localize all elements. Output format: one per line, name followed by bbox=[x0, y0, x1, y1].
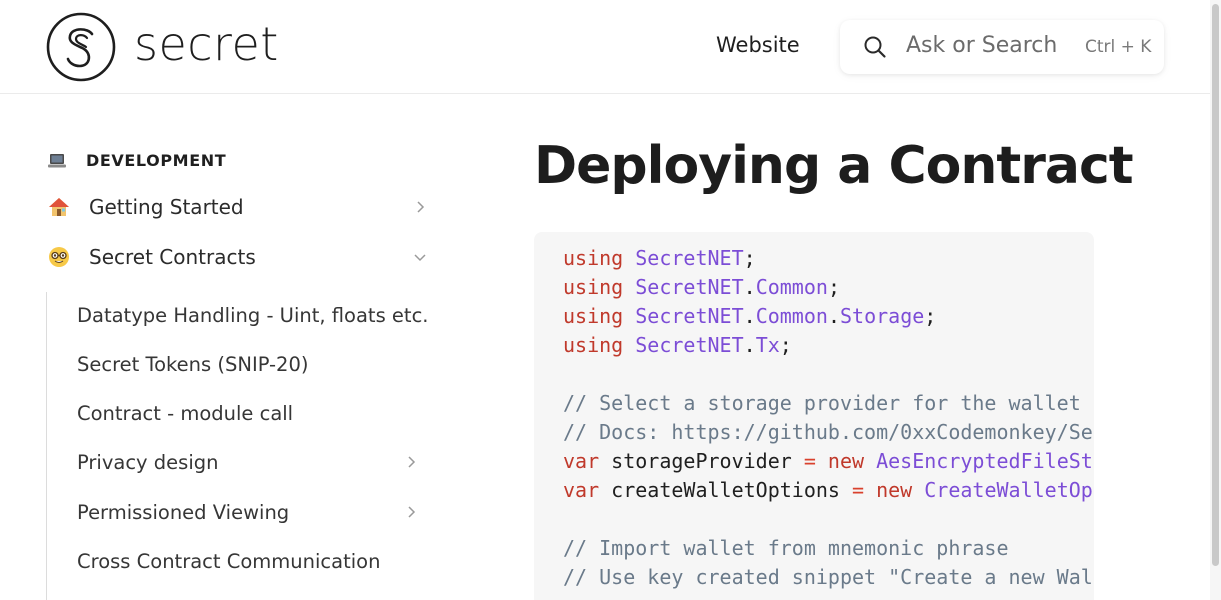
sidebar-subitem-secret-tokens[interactable]: Secret Tokens (SNIP-20) bbox=[77, 348, 431, 380]
sidebar-subitem-label: Secret Tokens (SNIP-20) bbox=[77, 352, 309, 376]
code-token: // Docs: https://github.com/0xxCodemonke… bbox=[563, 420, 1093, 444]
site-logo[interactable]: secret bbox=[46, 12, 279, 82]
sidebar-section-development: DEVELOPMENT bbox=[48, 151, 226, 170]
sidebar-subitem-privacy-design[interactable]: Privacy design bbox=[77, 446, 431, 478]
code-line: // Select a storage provider for the wal… bbox=[563, 389, 1093, 418]
chevron-right-icon[interactable] bbox=[403, 454, 419, 470]
nerd-face-icon bbox=[49, 247, 69, 267]
code-line: var createWalletOptions = new CreateWall… bbox=[563, 476, 1093, 505]
code-token: SecretNET bbox=[635, 275, 744, 299]
code-token: ; bbox=[924, 304, 937, 328]
sidebar-section-label: DEVELOPMENT bbox=[86, 151, 227, 170]
code-token: new bbox=[876, 478, 913, 502]
code-block[interactable]: using SecretNET; using SecretNET.Common; u… bbox=[534, 232, 1094, 600]
code-token: Common bbox=[755, 304, 828, 328]
code-line: using SecretNET; bbox=[563, 244, 1093, 273]
code-token: Tx bbox=[755, 333, 780, 357]
scrollbar-thumb[interactable] bbox=[1212, 4, 1219, 566]
sidebar-item-getting-started[interactable]: Getting Started bbox=[48, 190, 428, 224]
code-token: Common bbox=[755, 275, 828, 299]
code-token: using bbox=[563, 333, 624, 357]
code-token: CreateWalletOp bbox=[924, 478, 1093, 502]
code-content: using SecretNET; using SecretNET.Common; u… bbox=[563, 244, 1093, 592]
chevron-right-icon[interactable] bbox=[403, 504, 419, 520]
sidebar-subitem-datatype-handling[interactable]: Datatype Handling - Uint, floats etc. bbox=[77, 299, 431, 331]
page-title: Deploying a Contract bbox=[534, 136, 1134, 196]
code-token: SecretNET bbox=[635, 304, 744, 328]
code-token: . bbox=[743, 275, 756, 299]
code-token: new bbox=[827, 449, 865, 473]
chevron-right-icon[interactable] bbox=[412, 199, 428, 215]
sidebar-item-secret-contracts[interactable]: Secret Contracts bbox=[48, 240, 428, 274]
code-token: Storage bbox=[839, 304, 925, 328]
code-line: // Import wallet from mnemonic phrase bbox=[563, 534, 1093, 563]
sidebar-subitem-label: Permissioned Viewing bbox=[77, 500, 290, 524]
code-line: using SecretNET.Common; bbox=[563, 273, 1093, 302]
code-line: using SecretNET.Common.Storage; bbox=[563, 302, 1093, 331]
code-token: var bbox=[563, 449, 600, 473]
code-line: using SecretNET.Tx; bbox=[563, 331, 1093, 360]
code-token: ; bbox=[743, 246, 756, 270]
sidebar-subitem-label: Contract - module call bbox=[77, 401, 294, 425]
code-token: // Use key created snippet "Create a new… bbox=[563, 565, 1093, 589]
sidebar-subitem-label: Datatype Handling - Uint, floats etc. bbox=[77, 303, 429, 327]
code-token: AesEncryptedFileSt bbox=[876, 449, 1093, 473]
sidebar-item-label: Getting Started bbox=[89, 195, 244, 219]
code-token: = bbox=[852, 478, 865, 502]
code-token: SecretNET bbox=[635, 333, 744, 357]
search-placeholder: Ask or Search bbox=[906, 33, 1058, 58]
code-token: storageProvider bbox=[599, 449, 804, 473]
search-box[interactable]: Ask or Search Ctrl + K bbox=[840, 20, 1164, 74]
sidebar-item-label: Secret Contracts bbox=[89, 245, 256, 269]
code-line: // Use key created snippet "Create a new… bbox=[563, 563, 1093, 592]
sidebar-subitem-permissioned-viewing[interactable]: Permissioned Viewing bbox=[77, 496, 431, 528]
code-token: SecretNET bbox=[635, 246, 744, 270]
sidebar-subitem-label: Privacy design bbox=[77, 450, 219, 474]
page-scrollbar[interactable] bbox=[1210, 0, 1221, 600]
code-token: using bbox=[563, 304, 624, 328]
sidebar-subitem-cross-contract-communication[interactable]: Cross Contract Communication bbox=[77, 545, 431, 577]
code-token: . bbox=[743, 333, 756, 357]
code-token: . bbox=[827, 304, 840, 328]
sidebar-nav: DEVELOPMENT Getting Started Secret Contr… bbox=[0, 95, 470, 600]
top-header: secret Website Ask or Search Ctrl + K bbox=[0, 0, 1210, 94]
code-token: . bbox=[743, 304, 756, 328]
code-token: // Import wallet from mnemonic phrase bbox=[563, 536, 1009, 560]
secret-logo-icon bbox=[46, 12, 116, 82]
nav-website-link[interactable]: Website bbox=[716, 33, 800, 57]
chevron-down-icon[interactable] bbox=[412, 249, 428, 265]
code-line: var storageProvider = new AesEncryptedFi… bbox=[563, 447, 1093, 476]
sidebar-subitem-contract-module-call[interactable]: Contract - module call bbox=[77, 397, 431, 429]
laptop-icon bbox=[48, 153, 66, 167]
code-token: ; bbox=[827, 275, 840, 299]
search-shortcut-hint: Ctrl + K bbox=[1085, 37, 1152, 57]
code-token: createWalletOptions bbox=[599, 478, 852, 502]
code-line: // Docs: https://github.com/0xxCodemonke… bbox=[563, 418, 1093, 447]
code-token: var bbox=[563, 478, 600, 502]
code-token: ; bbox=[779, 333, 792, 357]
sidebar-subitem-label: Cross Contract Communication bbox=[77, 549, 381, 573]
code-token: = bbox=[803, 449, 816, 473]
code-token: // Select a storage provider for the wal… bbox=[563, 391, 1081, 415]
search-icon bbox=[864, 36, 886, 58]
house-icon bbox=[49, 198, 69, 216]
code-token: using bbox=[563, 275, 624, 299]
sidebar-sublist-secret-contracts: Datatype Handling - Uint, floats etc. Se… bbox=[46, 292, 446, 600]
code-token: using bbox=[563, 246, 624, 270]
logo-wordmark: secret bbox=[134, 17, 279, 71]
